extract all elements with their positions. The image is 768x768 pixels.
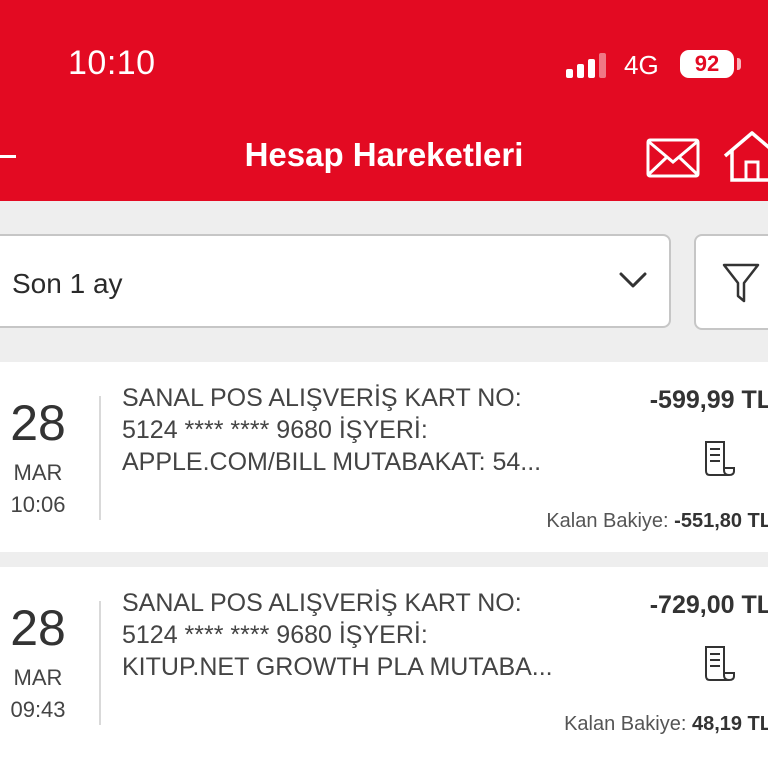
transaction-row[interactable]: 28 MAR 10:06 SANAL POS ALIŞVERİŞ KART NO… <box>0 362 768 552</box>
transaction-description: SANAL POS ALIŞVERİŞ KART NO: 5124 **** *… <box>122 587 612 683</box>
transaction-amount: -729,00 TL <box>649 591 768 619</box>
transaction-month: MAR <box>13 460 63 485</box>
transaction-time: 10:06 <box>10 492 66 517</box>
date-divider <box>99 601 101 725</box>
network-type: 4G <box>624 50 659 80</box>
description-line: APPLE.COM/BILL MUTABAKAT: 54... <box>122 448 542 476</box>
date-divider <box>99 396 101 520</box>
transaction-day: 28 <box>10 395 66 451</box>
app-header: 10:10 4G 92 Hesap Hareketleri <box>0 0 768 201</box>
description-line: 5124 **** **** 9680 İŞYERİ: <box>122 416 428 444</box>
remaining-balance: Kalan Bakiye: -551,80 TL <box>546 510 768 533</box>
remaining-balance-label: Kalan Bakiye: <box>564 713 687 735</box>
transaction-month: MAR <box>13 665 63 690</box>
status-time: 10:10 <box>68 44 156 82</box>
transaction-row[interactable]: 28 MAR 09:43 SANAL POS ALIŞVERİŞ KART NO… <box>0 567 768 768</box>
transaction-description: SANAL POS ALIŞVERİŞ KART NO: 5124 **** *… <box>122 382 612 478</box>
remaining-balance: Kalan Bakiye: 48,19 TL <box>564 713 768 736</box>
receipt-icon[interactable] <box>702 440 736 478</box>
description-line: SANAL POS ALIŞVERİŞ KART NO: <box>122 384 522 412</box>
description-line: 5124 **** **** 9680 İŞYERİ: <box>122 621 428 649</box>
remaining-balance-label: Kalan Bakiye: <box>546 510 669 532</box>
back-icon[interactable] <box>0 155 16 158</box>
chevron-down-icon <box>619 272 647 288</box>
battery-level: 92 <box>680 50 734 78</box>
remaining-balance-value: -551,80 TL <box>674 510 768 532</box>
filter-button[interactable] <box>694 234 768 330</box>
signal-icon <box>566 52 610 78</box>
transaction-day: 28 <box>10 600 66 656</box>
battery-icon <box>737 58 741 70</box>
description-line: SANAL POS ALIŞVERİŞ KART NO: <box>122 589 522 617</box>
period-select[interactable]: Son 1 ay <box>0 234 671 328</box>
transaction-amount: -599,99 TL <box>649 386 768 414</box>
description-line: KITUP.NET GROWTH PLA MUTABA... <box>122 653 553 681</box>
period-select-value: Son 1 ay <box>12 268 123 299</box>
transaction-time: 09:43 <box>10 697 66 722</box>
page-title: Hesap Hareketleri <box>244 136 524 173</box>
mail-icon[interactable] <box>646 138 700 178</box>
home-icon[interactable] <box>722 130 768 182</box>
receipt-icon[interactable] <box>702 645 736 683</box>
remaining-balance-value: 48,19 TL <box>691 713 768 735</box>
filter-icon <box>722 263 760 303</box>
